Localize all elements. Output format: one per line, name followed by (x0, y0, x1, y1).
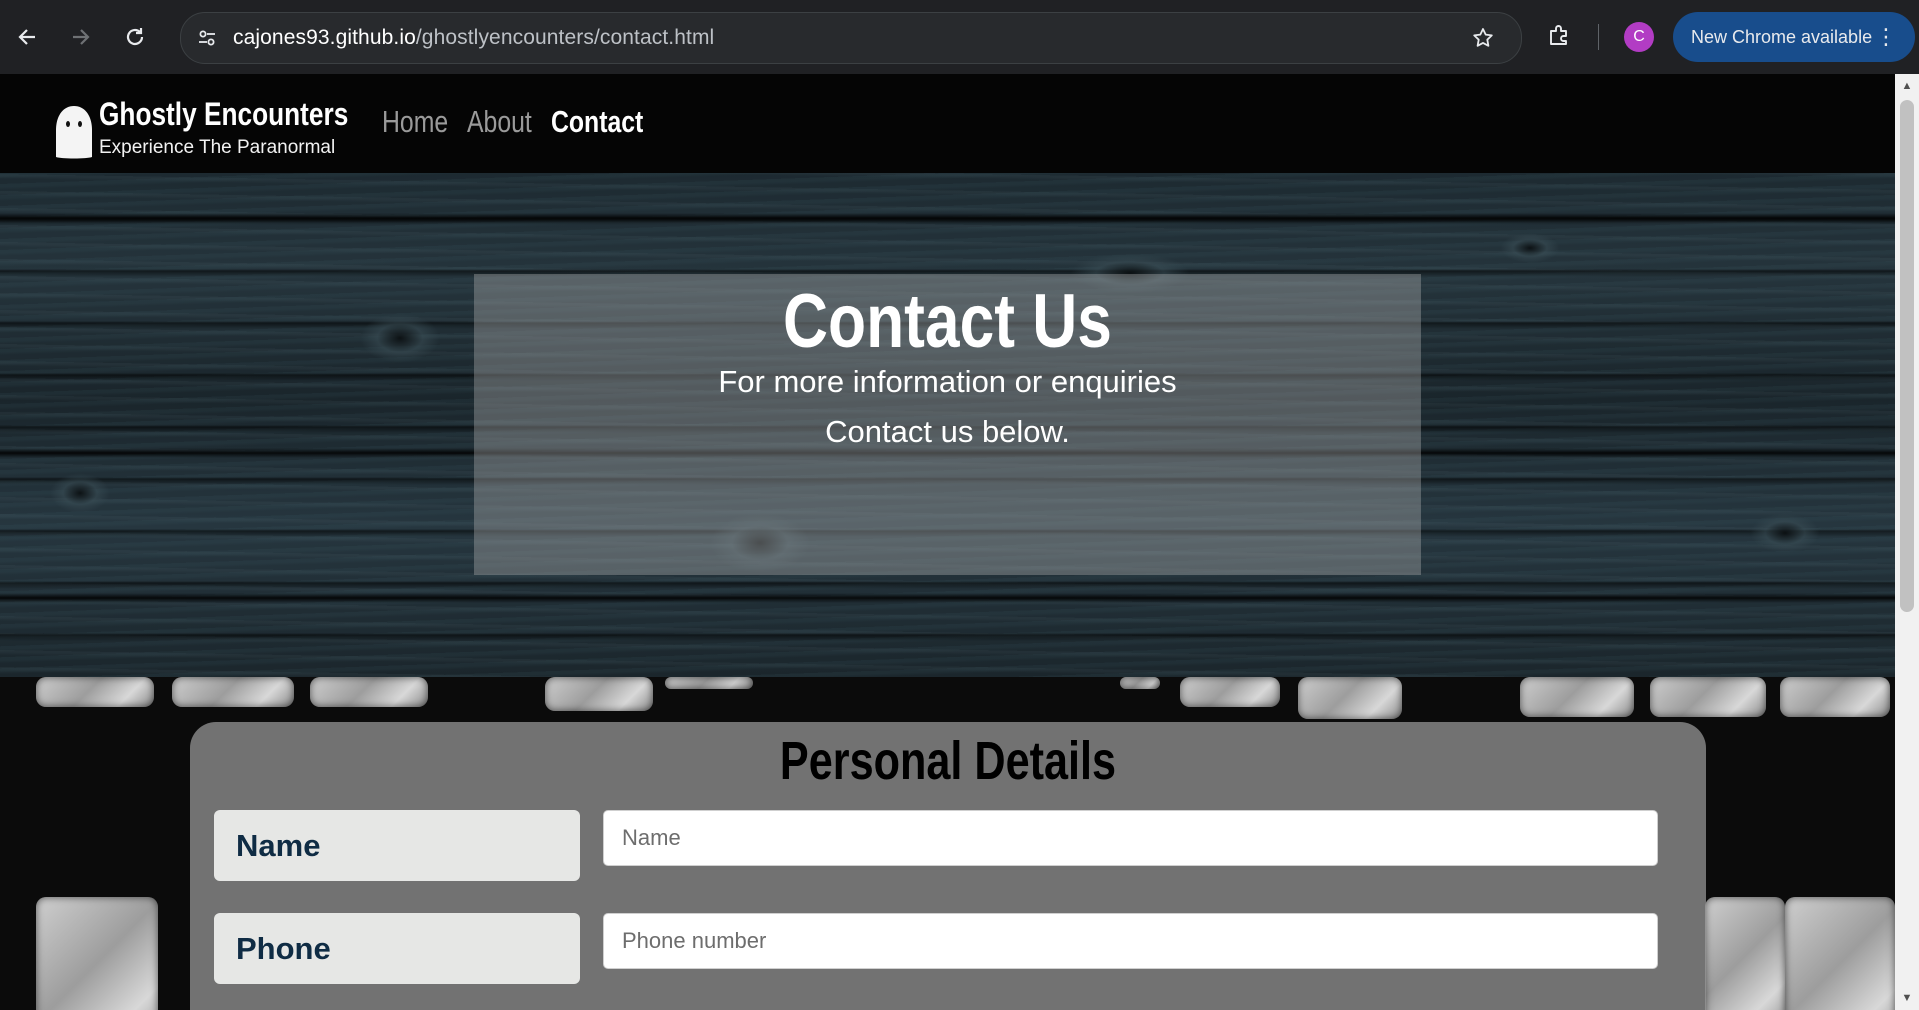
ghost-icon[interactable] (53, 104, 95, 160)
wood-knot (1500, 233, 1560, 263)
scrollbar-thumb[interactable] (1900, 100, 1914, 612)
reload-button[interactable] (108, 0, 162, 74)
address-bar[interactable]: cajones93.github.io/ghostlyencounters/co… (180, 12, 1522, 64)
page-viewport: Ghostly Encounters Experience The Parano… (0, 74, 1895, 1010)
stone (665, 677, 753, 689)
star-icon (1473, 28, 1493, 47)
stone (36, 897, 158, 1010)
site-info-icon (199, 30, 215, 46)
site-header: Ghostly Encounters Experience The Parano… (0, 74, 1895, 173)
stone (1180, 677, 1280, 707)
hero-section: Contact Us For more information or enqui… (0, 173, 1895, 677)
kebab-menu-icon[interactable]: ⋮ (1875, 24, 1897, 50)
phone-label: Phone (214, 913, 580, 984)
wood-plank-gap (0, 213, 1895, 223)
update-label: New Chrome available (1691, 26, 1873, 47)
forward-button[interactable] (54, 0, 108, 74)
stone (310, 677, 428, 707)
back-arrow-icon (18, 29, 35, 45)
stone (1650, 677, 1766, 717)
browser-toolbar: cajones93.github.io/ghostlyencounters/co… (0, 0, 1919, 74)
brand-tagline: Experience The Paranormal (99, 137, 336, 158)
forward-arrow-icon (73, 29, 90, 45)
stone (1298, 677, 1402, 719)
new-chrome-available-button[interactable]: New Chrome available ⋮ (1673, 12, 1915, 62)
wood-knot (360, 313, 440, 363)
stone (172, 677, 294, 707)
page-scrollbar[interactable]: ▲ ▼ (1895, 74, 1919, 1010)
name-label: Name (214, 810, 580, 881)
bookmark-button[interactable] (1467, 22, 1499, 54)
back-button[interactable] (0, 0, 54, 74)
stone (1780, 677, 1890, 717)
stone (1705, 897, 1785, 1010)
extensions-button[interactable] (1541, 18, 1577, 54)
personal-details-form: Personal Details Name Phone (190, 722, 1706, 1010)
wood-plank-gap (0, 593, 1895, 603)
nav-link-contact[interactable]: Contact (551, 104, 643, 140)
extensions-icon (1550, 25, 1567, 45)
nav-link-about[interactable]: About (467, 104, 532, 140)
page-title: Contact Us (783, 279, 1112, 364)
site-info-button[interactable] (181, 13, 233, 63)
url-path: /ghostlyencounters/contact.html (415, 26, 715, 49)
hero-text-box: Contact Us For more information or enqui… (474, 274, 1421, 575)
hero-subtitle-line-2: Contact us below. (825, 414, 1070, 449)
scroll-down-arrow-icon[interactable]: ▼ (1895, 988, 1919, 1008)
wood-knot (50, 473, 110, 513)
stone (545, 677, 653, 711)
nav-link-home[interactable]: Home (382, 104, 448, 140)
name-input[interactable] (603, 810, 1658, 866)
url-host: cajones93.github.io (233, 26, 416, 49)
brand-title[interactable]: Ghostly Encounters (99, 96, 348, 133)
wood-knot (1750, 513, 1820, 553)
toolbar-divider (1598, 24, 1599, 50)
profile-avatar[interactable]: C (1624, 22, 1654, 52)
stone (1520, 677, 1634, 717)
stone (36, 677, 154, 707)
reload-icon (126, 28, 144, 46)
scroll-up-arrow-icon[interactable]: ▲ (1895, 76, 1919, 96)
hero-subtitle-line-1: For more information or enquiries (718, 364, 1177, 399)
form-heading: Personal Details (779, 731, 1117, 791)
stone (1785, 897, 1895, 1010)
stone (1120, 677, 1160, 689)
phone-input[interactable] (603, 913, 1658, 969)
url-text: cajones93.github.io/ghostlyencounters/co… (233, 26, 714, 50)
